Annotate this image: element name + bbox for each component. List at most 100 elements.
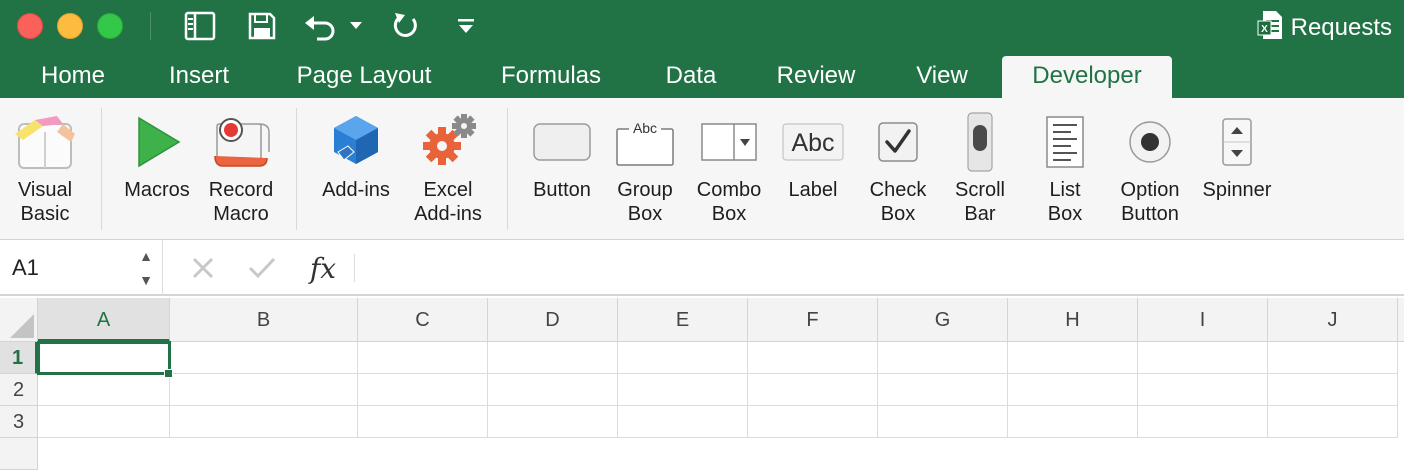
insert-function-button[interactable]: fx [302,240,344,296]
cell-f1[interactable] [748,342,878,374]
chevron-up-icon[interactable]: ▲ [139,248,153,264]
window-title: X Requests [1257,10,1392,43]
button-control-button[interactable]: Button [520,98,604,240]
row-header-2[interactable]: 2 [0,374,38,406]
cell-d2[interactable] [488,374,618,406]
minimize-window-button[interactable] [57,13,83,39]
option-button-button[interactable]: Option Button [1106,98,1194,240]
tab-formulas[interactable]: Formulas [478,56,624,98]
combo-box-label: Combo Box [696,179,762,225]
cell-b1[interactable] [170,342,358,374]
cell-f2[interactable] [748,374,878,406]
cell-c1[interactable] [358,342,488,374]
cell-d1[interactable] [488,342,618,374]
cell-i1[interactable] [1138,342,1268,374]
column-header-f[interactable]: F [748,298,878,342]
name-box-stepper[interactable]: ▲ ▼ [136,248,156,288]
formula-bar-divider [354,254,355,282]
formula-input[interactable] [362,248,1392,288]
row-header-3[interactable]: 3 [0,406,38,438]
cell-j3[interactable] [1268,406,1398,438]
close-window-button[interactable] [17,13,43,39]
undo-icon[interactable] [300,9,340,43]
active-cell-a1[interactable] [37,341,171,375]
formula-bar: A1 ▲ ▼ fx [0,240,1404,296]
save-icon[interactable] [242,9,282,43]
cell-g2[interactable] [878,374,1008,406]
tab-view[interactable]: View [896,56,988,98]
combo-box-icon [688,98,770,178]
spinner-label: Spinner [1202,179,1272,201]
zoom-window-button[interactable] [97,13,123,39]
cell-c2[interactable] [358,374,488,406]
column-header-j[interactable]: J [1268,298,1398,342]
cell-b3[interactable] [170,406,358,438]
tab-page-layout[interactable]: Page Layout [272,56,456,98]
cell-e1[interactable] [618,342,748,374]
cell-e2[interactable] [618,374,748,406]
cell-e3[interactable] [618,406,748,438]
label-control-label: Label [788,179,838,201]
check-box-icon [856,98,940,178]
column-header-next[interactable] [1398,298,1404,342]
fill-handle[interactable] [164,369,173,378]
excel-add-ins-button[interactable]: Excel Add-ins [404,98,492,240]
tab-review[interactable]: Review [758,56,874,98]
row-header-4[interactable] [0,438,38,470]
tab-developer[interactable]: Developer [1002,56,1172,98]
record-macro-button[interactable]: Record Macro [200,98,282,240]
checkmark-icon[interactable] [244,240,280,296]
visual-basic-button[interactable]: Visual Basic [4,98,86,240]
group-box-icon: Abc [604,98,686,178]
cell-j2[interactable] [1268,374,1398,406]
cell-f3[interactable] [748,406,878,438]
column-header-b[interactable]: B [170,298,358,342]
scroll-bar-button[interactable]: Scroll Bar [940,98,1020,240]
cell-a2[interactable] [38,374,170,406]
redo-icon[interactable] [386,9,426,43]
label-control-button[interactable]: Abc Label [772,98,854,240]
cell-c3[interactable] [358,406,488,438]
column-header-i[interactable]: I [1138,298,1268,342]
play-icon [116,98,198,178]
undo-dropdown-icon[interactable] [344,9,368,43]
cell-b2[interactable] [170,374,358,406]
column-header-a[interactable]: A [38,298,170,342]
row-header-1[interactable]: 1 [0,342,38,374]
cell-g1[interactable] [878,342,1008,374]
developer-ribbon: Visual Basic Macros Record Macro Add-ins… [0,98,1404,240]
cell-d3[interactable] [488,406,618,438]
column-header-h[interactable]: H [1008,298,1138,342]
button-control-label: Button [533,179,591,201]
cell-i3[interactable] [1138,406,1268,438]
cell-g3[interactable] [878,406,1008,438]
sidebar-toggle-icon[interactable] [180,9,220,43]
cell-a3[interactable] [38,406,170,438]
column-header-c[interactable]: C [358,298,488,342]
group-box-button[interactable]: Abc Group Box [604,98,686,240]
combo-box-button[interactable]: Combo Box [688,98,770,240]
add-ins-button[interactable]: Add-ins [312,98,400,240]
tab-home[interactable]: Home [18,56,128,98]
macros-button[interactable]: Macros [116,98,198,240]
customize-toolbar-icon[interactable] [452,9,480,43]
cell-h2[interactable] [1008,374,1138,406]
list-box-button[interactable]: List Box [1024,98,1106,240]
ribbon-divider [296,108,297,230]
macros-label: Macros [124,179,190,201]
column-header-d[interactable]: D [488,298,618,342]
cell-h3[interactable] [1008,406,1138,438]
tab-insert[interactable]: Insert [145,56,253,98]
cell-j1[interactable] [1268,342,1398,374]
cell-i2[interactable] [1138,374,1268,406]
cell-h1[interactable] [1008,342,1138,374]
select-all-button[interactable] [0,298,38,342]
x-icon[interactable] [186,240,220,296]
tab-data[interactable]: Data [644,56,738,98]
chevron-down-icon[interactable]: ▼ [139,272,153,288]
check-box-button[interactable]: Check Box [856,98,940,240]
column-header-e[interactable]: E [618,298,748,342]
column-header-g[interactable]: G [878,298,1008,342]
button-control-icon [520,98,604,178]
spinner-button[interactable]: Spinner [1194,98,1280,240]
